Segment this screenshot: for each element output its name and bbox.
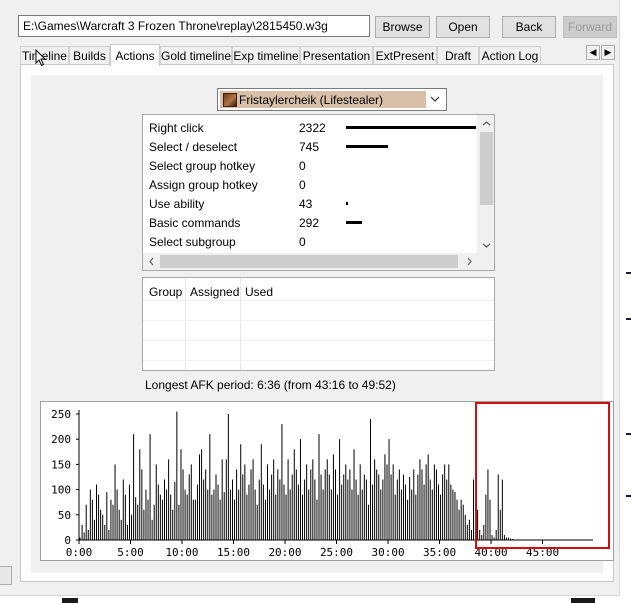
table-row[interactable]: Basic commands 292 (143, 212, 478, 231)
action-count: 43 (299, 197, 313, 211)
hero-portrait-icon (223, 92, 237, 107)
y-tick-label: 100 (51, 484, 71, 497)
action-name: Select / deselect (149, 140, 238, 154)
table-row[interactable]: Select subgroup 0 (143, 231, 478, 250)
tab-gold-timeline[interactable]: Gold timeline (160, 46, 232, 65)
player-select-value: Fristaylercheik (Lifestealer) (220, 91, 426, 108)
x-tick-label: 35:00 (423, 546, 456, 559)
tab-scroll-right[interactable]: ▶ (601, 45, 615, 60)
replay-analyzer-window: Browse Open Back Forward Timeline Builds… (0, 0, 620, 596)
tab-draft[interactable]: Draft (437, 46, 479, 65)
tab-actions[interactable]: Actions (110, 44, 160, 66)
chevron-right-icon: ▶ (604, 47, 612, 57)
longest-afk-period: Longest AFK period: 6:36 (from 43:16 to … (145, 378, 396, 392)
player-name: Fristaylercheik (Lifestealer) (239, 92, 384, 107)
actions-vertical-scrollbar[interactable] (477, 115, 494, 254)
action-count-bar (346, 126, 476, 129)
table-row[interactable]: Assign group hotkey 0 (143, 174, 478, 193)
x-tick-label: 10:00 (165, 546, 198, 559)
table-row-divider (143, 340, 494, 341)
action-name: Assign group hotkey (149, 178, 258, 192)
action-name: Use ability (149, 197, 205, 211)
scrollbar-thumb[interactable] (480, 132, 493, 205)
background-window-edge (620, 0, 631, 603)
y-tick-label: 250 (51, 408, 71, 421)
chevron-right-icon[interactable] (461, 253, 478, 270)
actions-horizontal-scrollbar[interactable] (143, 253, 478, 270)
chevron-up-icon[interactable] (478, 115, 494, 132)
action-name: Select group hotkey (149, 159, 256, 173)
background-mark (626, 318, 631, 320)
x-tick-label: 25:00 (320, 546, 353, 559)
tab-presentation[interactable]: Presentation (300, 46, 373, 65)
chevron-left-icon[interactable] (143, 253, 160, 270)
action-count: 0 (299, 235, 306, 249)
action-count: 0 (299, 178, 306, 192)
action-name: Select subgroup (149, 235, 236, 249)
x-tick-label: 15:00 (217, 546, 250, 559)
browse-button[interactable]: Browse (375, 16, 430, 38)
tab-action-log[interactable]: Action Log (479, 46, 541, 65)
table-row-divider (143, 320, 494, 321)
x-tick-label: 40:00 (474, 546, 507, 559)
action-count: 0 (299, 159, 306, 173)
tab-extpresent[interactable]: ExtPresent (373, 46, 437, 65)
column-header-used[interactable]: Used (245, 285, 273, 299)
table-row[interactable]: Use ability 43 (143, 193, 478, 212)
tab-exp-timeline[interactable]: Exp timeline (232, 46, 300, 65)
action-count-bar (346, 202, 348, 205)
column-divider (240, 278, 241, 370)
action-count: 745 (299, 140, 320, 154)
y-tick-label: 200 (51, 433, 71, 446)
tab-scroll-left[interactable]: ◀ (586, 45, 600, 60)
y-tick-label: 50 (58, 509, 71, 522)
actions-timeline-chart: 0 50 100 150 200 250 0:00 5:00 10:00 15:00 20:00 25… (40, 401, 614, 561)
column-header-assigned[interactable]: Assigned (190, 285, 239, 299)
background-mark (626, 495, 631, 497)
action-name: Right click (149, 121, 204, 135)
x-tick-label: 5:00 (117, 546, 144, 559)
table-row[interactable]: Select / deselect 745 (143, 136, 478, 155)
taskbar-fragment (62, 598, 78, 603)
column-header-group[interactable]: Group (149, 285, 182, 299)
back-button[interactable]: Back (502, 16, 556, 38)
replay-path-input[interactable] (18, 15, 370, 37)
group-hotkey-table[interactable]: Group Assigned Used (142, 277, 495, 371)
background-mark (626, 272, 631, 274)
table-row[interactable]: Select group hotkey 0 (143, 155, 478, 174)
chevron-down-icon[interactable] (428, 92, 442, 106)
chevron-left-icon: ◀ (589, 47, 597, 57)
x-tick-label: 0:00 (66, 546, 93, 559)
left-edge-control (0, 566, 12, 585)
table-row[interactable]: Right click 2322 (143, 117, 478, 136)
column-divider (185, 278, 186, 370)
background-mark (626, 433, 631, 435)
actions-chart-svg: 0501001502002500:00 5:00 10:00 15:00 20:00 25… (51, 408, 593, 559)
action-count: 292 (299, 216, 320, 230)
mouse-cursor-icon (35, 49, 47, 67)
tab-builds[interactable]: Builds (69, 46, 110, 65)
scrollbar-corner (477, 253, 494, 270)
player-select[interactable]: Fristaylercheik (Lifestealer) (217, 88, 447, 111)
x-tick-label: 30:00 (371, 546, 404, 559)
scrollbar-thumb[interactable] (160, 255, 458, 268)
action-count-bar (346, 221, 362, 224)
action-count-bar (346, 145, 388, 148)
action-count: 2322 (299, 121, 326, 135)
x-tick-label: 20:00 (268, 546, 301, 559)
x-tick-label: 45:00 (526, 546, 559, 559)
y-tick-label: 150 (51, 458, 71, 471)
chevron-down-icon[interactable] (478, 237, 494, 254)
open-button[interactable]: Open (436, 16, 490, 38)
action-name: Basic commands (149, 216, 241, 230)
table-row-divider (143, 300, 494, 301)
forward-button[interactable]: Forward (563, 16, 617, 38)
table-row-divider (143, 360, 494, 361)
actions-list[interactable]: Right click 2322 Select / deselect 745 Selec… (142, 114, 495, 271)
taskbar-fragment (571, 598, 595, 603)
